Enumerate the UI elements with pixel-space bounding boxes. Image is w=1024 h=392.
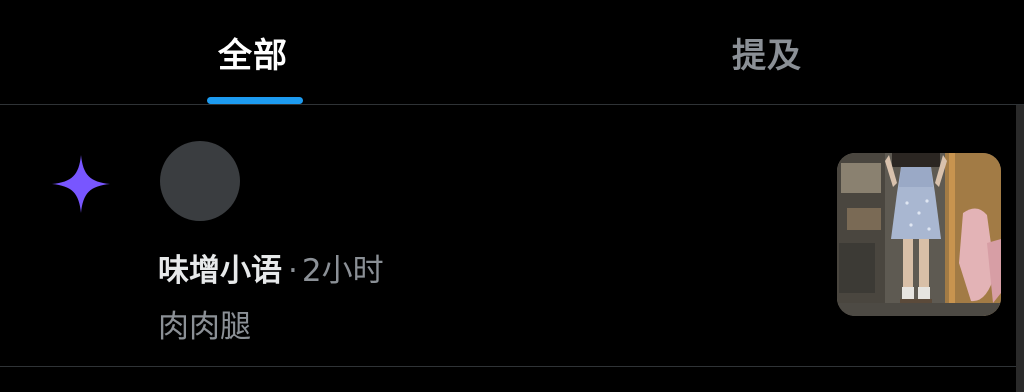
post-thumbnail-image xyxy=(837,153,1001,316)
tab-mentions[interactable]: 提及 xyxy=(512,0,1024,104)
active-tab-indicator xyxy=(207,97,303,104)
avatar[interactable] xyxy=(160,141,240,221)
timestamp: 2小时 xyxy=(301,253,384,289)
notification-item[interactable]: 味增小语 · 2小时 肉肉腿 xyxy=(0,105,1016,366)
notification-headline: 味增小语 · 2小时 xyxy=(158,249,384,293)
sparkle-icon xyxy=(52,155,110,213)
tab-mentions-label: 提及 xyxy=(732,36,802,76)
row-divider xyxy=(0,366,1016,367)
post-thumbnail[interactable] xyxy=(837,153,1001,316)
notifications-tabs: 全部 提及 xyxy=(0,0,1024,104)
scrollbar[interactable] xyxy=(1016,105,1024,392)
meta-separator: · xyxy=(288,253,298,289)
user-name[interactable]: 味增小语 xyxy=(158,253,282,289)
tab-all-label: 全部 xyxy=(218,36,288,76)
tab-all[interactable]: 全部 xyxy=(0,0,512,104)
post-text: 肉肉腿 xyxy=(158,309,251,345)
